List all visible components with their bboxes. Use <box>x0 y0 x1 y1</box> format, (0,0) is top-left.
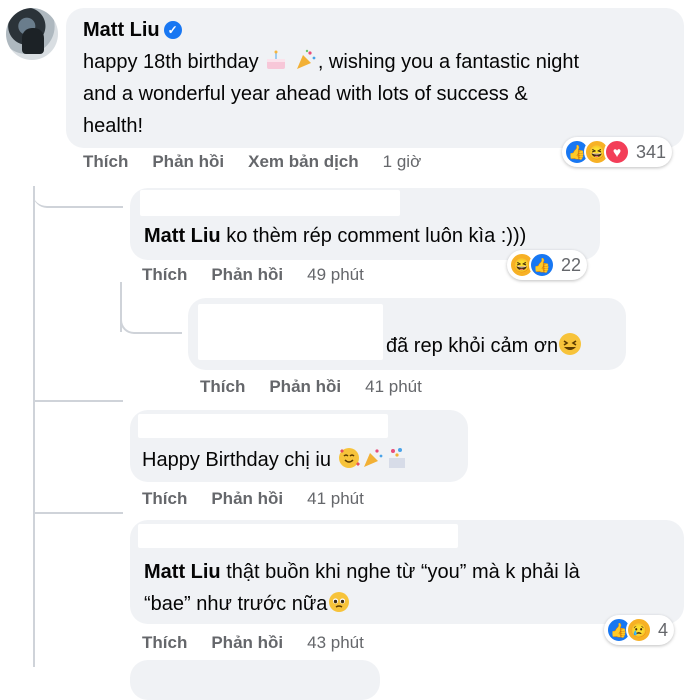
comment-actions: Thích Phản hồi 41 phút <box>142 489 364 509</box>
sad-icon: 😢 <box>626 617 652 643</box>
reply-button[interactable]: Phản hồi <box>152 152 224 172</box>
pleading-emoji-icon <box>329 592 350 612</box>
comment-text: Matt Liu ko thèm rép comment luôn kìa :)… <box>144 225 527 247</box>
thread-line-sub <box>33 512 123 514</box>
comment-author[interactable]: Matt Liu <box>83 19 160 41</box>
mentioned-user[interactable]: Matt Liu <box>144 561 221 583</box>
comment-bubble: Matt Liu ✓ happy 18th birthday , wishing … <box>66 8 684 148</box>
comment-time[interactable]: 41 phút <box>365 377 422 397</box>
like-button[interactable]: Thích <box>142 265 187 285</box>
like-button[interactable]: Thích <box>142 489 187 509</box>
comment-actions: Thích Phản hồi 43 phút <box>142 633 364 653</box>
comment-text: happy 18th birthday , wishing you a fant… <box>83 46 579 78</box>
reaction-summary[interactable]: 👍 😢 4 <box>604 615 675 645</box>
redacted-author <box>138 414 388 438</box>
comment-text-line: and a wonderful year ahead with lots of … <box>83 83 528 105</box>
comment-time[interactable]: 49 phút <box>307 265 364 285</box>
laughing-emoji-icon <box>559 333 582 355</box>
reaction-summary[interactable]: 👍 😆 ♥ 341 <box>562 137 673 167</box>
comment-bubble: đã rep khỏi cảm ơn <box>188 298 626 370</box>
see-translation-button[interactable]: Xem bản dịch <box>248 152 359 172</box>
comment-bubble: Matt Liu thật buồn khi nghe từ “you” mà … <box>130 520 684 624</box>
comment-text: Matt Liu thật buồn khi nghe từ “you” mà … <box>144 561 580 583</box>
like-icon: 👍 <box>529 252 555 278</box>
thread-line-main <box>33 186 35 667</box>
thread-line-sub <box>33 400 123 402</box>
comment-text-line: health! <box>83 115 144 137</box>
reply-button[interactable]: Phản hồi <box>269 377 341 397</box>
verified-badge-icon: ✓ <box>163 21 182 39</box>
comment-actions: Thích Phản hồi 49 phút <box>142 265 364 285</box>
comment-text-line: “bae” như trước nữa <box>144 588 351 620</box>
comment-bubble-partial <box>130 660 380 700</box>
like-button[interactable]: Thích <box>200 377 245 397</box>
comment-text: đã rep khỏi cảm ơn <box>386 330 582 362</box>
redacted-author <box>198 304 383 360</box>
reaction-count: 22 <box>561 254 582 275</box>
reaction-summary[interactable]: 😆 👍 22 <box>507 250 588 280</box>
birthday-cake-icon <box>267 50 286 69</box>
like-button[interactable]: Thích <box>83 152 128 172</box>
comment-actions: Thích Phản hồi 41 phút <box>200 377 422 397</box>
reply-button[interactable]: Phản hồi <box>211 633 283 653</box>
thread-connector <box>120 300 182 334</box>
confetti-icon <box>388 448 405 468</box>
comment-time[interactable]: 43 phút <box>307 633 364 653</box>
comment-actions: Thích Phản hồi Xem bản dịch 1 giờ <box>83 152 421 172</box>
thread-connector <box>33 176 123 208</box>
mentioned-user[interactable]: Matt Liu <box>144 225 221 247</box>
party-popper-icon <box>363 449 382 467</box>
comment-time[interactable]: 1 giờ <box>383 152 422 172</box>
avatar[interactable] <box>6 8 58 60</box>
reply-button[interactable]: Phản hồi <box>211 265 283 285</box>
redacted-author <box>140 190 400 216</box>
party-popper-icon <box>296 49 316 69</box>
reaction-count: 341 <box>636 141 667 162</box>
love-icon: ♥ <box>604 139 630 165</box>
like-button[interactable]: Thích <box>142 633 187 653</box>
reaction-count: 4 <box>658 619 669 640</box>
reply-button[interactable]: Phản hồi <box>211 489 283 509</box>
smiling-hearts-emoji-icon <box>338 448 360 468</box>
comment-text: Happy Birthday chị iu <box>142 444 409 476</box>
comment-bubble: Happy Birthday chị iu <box>130 410 468 482</box>
redacted-author <box>138 524 458 548</box>
comment-time[interactable]: 41 phút <box>307 489 364 509</box>
